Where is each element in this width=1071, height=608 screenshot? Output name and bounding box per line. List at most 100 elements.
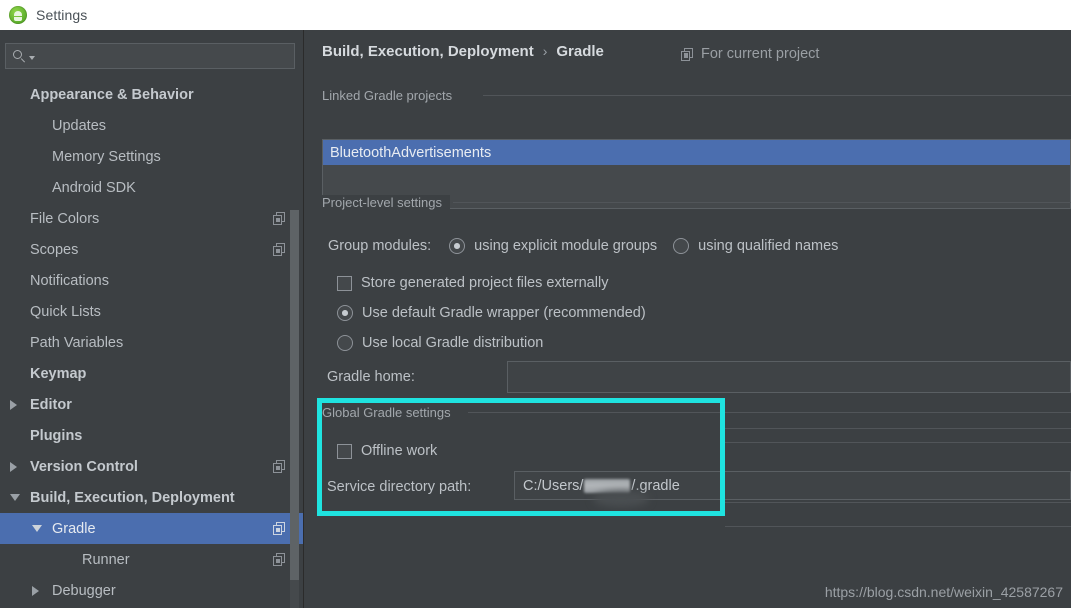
breadcrumb-current: Gradle [556, 43, 604, 60]
gradle-home-input[interactable] [507, 361, 1071, 393]
android-studio-icon [9, 6, 27, 24]
project-level-group-title: Project-level settings [322, 195, 450, 210]
checkbox-offline-work-label: Offline work [361, 443, 438, 459]
row-separator-3 [725, 502, 1071, 503]
sidebar-item-label: Appearance & Behavior [30, 86, 194, 103]
linked-projects-divider [483, 95, 1071, 96]
global-settings-divider [468, 412, 1071, 413]
use-default-wrapper-row: Use default Gradle wrapper (recommended) [337, 305, 646, 321]
sidebar-item-memory-settings[interactable]: Memory Settings [0, 141, 303, 172]
list-item-label: BluetoothAdvertisements [330, 144, 492, 161]
sidebar-item-plugins[interactable]: Plugins [0, 420, 303, 451]
sidebar-item-version-control[interactable]: Version Control [0, 451, 303, 482]
sidebar-item-label: Gradle [52, 520, 96, 537]
copy-icon [273, 522, 286, 535]
checkbox-store-generated-project-files[interactable] [337, 275, 352, 291]
breadcrumb: Build, Execution, Deployment › Gradle [322, 43, 604, 60]
sidebar-item-build-execution-deployment[interactable]: Build, Execution, Deployment [0, 482, 303, 513]
copy-icon [681, 47, 694, 61]
project-level-divider [453, 202, 1071, 203]
sidebar-item-label: Path Variables [30, 334, 124, 351]
sidebar-item-path-variables[interactable]: Path Variables [0, 327, 303, 358]
sidebar-item-label: Build, Execution, Deployment [30, 489, 235, 506]
sidebar-item-gradle[interactable]: Gradle [0, 513, 303, 544]
copy-icon [273, 460, 286, 473]
row-separator-2 [725, 442, 1071, 443]
group-modules-label: Group modules: [328, 238, 432, 254]
checkbox-store-generated-project-files-label: Store generated project files externally [361, 275, 609, 291]
row-separator-1 [725, 428, 1071, 429]
sidebar-item-editor[interactable]: Editor [0, 389, 303, 420]
sidebar-item-label: Notifications [30, 272, 109, 289]
copy-icon [273, 212, 286, 225]
global-settings-group-title: Global Gradle settings [322, 405, 459, 420]
radio-use-local-gradle-distribution[interactable] [337, 335, 353, 351]
sidebar-item-label: Debugger [52, 582, 116, 599]
store-generated-files-row: Store generated project files externally [337, 275, 608, 291]
settings-dialog: Settings Appearance & Behavior Updates Mem… [0, 0, 1071, 608]
chevron-down-icon[interactable] [10, 494, 20, 501]
sidebar-item-quick-lists[interactable]: Quick Lists [0, 296, 303, 327]
linked-projects-group-title: Linked Gradle projects [322, 88, 461, 103]
list-item[interactable]: BluetoothAdvertisements [323, 140, 1070, 165]
gradle-home-label: Gradle home: [327, 369, 415, 385]
search-field-wrapper[interactable] [5, 43, 295, 69]
sidebar-item-label: Runner [82, 551, 130, 568]
service-directory-path-suffix: /.gradle [631, 477, 680, 494]
row-separator-4 [725, 526, 1071, 527]
sidebar-item-notifications[interactable]: Notifications [0, 265, 303, 296]
redaction-smudge [593, 491, 649, 507]
copy-icon [273, 553, 286, 566]
sidebar-item-label: Updates [52, 117, 107, 134]
sidebar-item-keymap[interactable]: Keymap [0, 358, 303, 389]
search-icon [13, 49, 28, 64]
sidebar-item-scopes[interactable]: Scopes [0, 234, 303, 265]
sidebar-item-runner[interactable]: Runner [0, 544, 303, 575]
for-current-project-indicator[interactable]: For current project [681, 46, 819, 62]
settings-tree: Appearance & Behavior Updates Memory Setti… [0, 79, 303, 608]
window-title-bar: Settings [0, 0, 1071, 30]
sidebar-item-label: Editor [30, 396, 72, 413]
service-directory-path-label: Service directory path: [327, 479, 472, 495]
sidebar-item-updates[interactable]: Updates [0, 110, 303, 141]
sidebar-item-appearance-behavior[interactable]: Appearance & Behavior [0, 79, 303, 110]
sidebar-item-label: Keymap [30, 365, 87, 382]
chevron-right-icon[interactable] [10, 399, 17, 410]
use-local-distribution-row: Use local Gradle distribution [337, 335, 543, 351]
window-title: Settings [36, 7, 88, 23]
sidebar-item-label: Version Control [30, 458, 138, 475]
sidebar-item-label: Quick Lists [30, 303, 101, 320]
sidebar-item-label: File Colors [30, 210, 100, 227]
settings-main-panel: Build, Execution, Deployment › Gradle Fo… [305, 30, 1071, 608]
settings-sidebar: Appearance & Behavior Updates Memory Setti… [0, 30, 304, 608]
chevron-right-icon[interactable] [10, 461, 17, 472]
sidebar-item-file-colors[interactable]: File Colors [0, 203, 303, 234]
sidebar-item-label: Scopes [30, 241, 79, 258]
copy-icon [273, 243, 286, 256]
sidebar-item-debugger[interactable]: Debugger [0, 575, 303, 606]
breadcrumb-parent[interactable]: Build, Execution, Deployment [322, 43, 534, 60]
service-directory-path-input[interactable]: C:/Users/ /.gradle [514, 471, 1071, 507]
sidebar-item-android-sdk[interactable]: Android SDK [0, 172, 303, 203]
radio-using-qualified-names[interactable] [673, 238, 690, 254]
watermark-text: https://blog.csdn.net/weixin_42587267 [824, 584, 1063, 600]
sidebar-item-label: Android SDK [52, 179, 136, 196]
checkbox-offline-work[interactable] [337, 443, 352, 459]
group-modules-row: Group modules: using explicit module gro… [328, 238, 838, 254]
radio-use-default-gradle-wrapper[interactable] [337, 305, 353, 321]
breadcrumb-separator: › [542, 43, 548, 59]
sidebar-item-label: Plugins [30, 427, 83, 444]
radio-using-qualified-names-label: using qualified names [698, 238, 839, 254]
for-current-project-label: For current project [701, 46, 820, 62]
chevron-right-icon[interactable] [32, 585, 39, 596]
radio-use-local-gradle-distribution-label: Use local Gradle distribution [362, 335, 544, 351]
search-input[interactable] [35, 44, 294, 68]
sidebar-item-label: Memory Settings [52, 148, 161, 165]
service-directory-path-prefix: C:/Users/ [523, 477, 584, 494]
sidebar-scrollbar-thumb[interactable] [290, 210, 299, 580]
radio-use-default-gradle-wrapper-label: Use default Gradle wrapper (recommended) [362, 305, 646, 321]
radio-using-explicit-module-groups[interactable] [449, 238, 466, 254]
chevron-down-icon[interactable] [32, 525, 42, 532]
radio-using-explicit-module-groups-label: using explicit module groups [474, 238, 658, 254]
offline-work-row: Offline work [337, 443, 437, 459]
